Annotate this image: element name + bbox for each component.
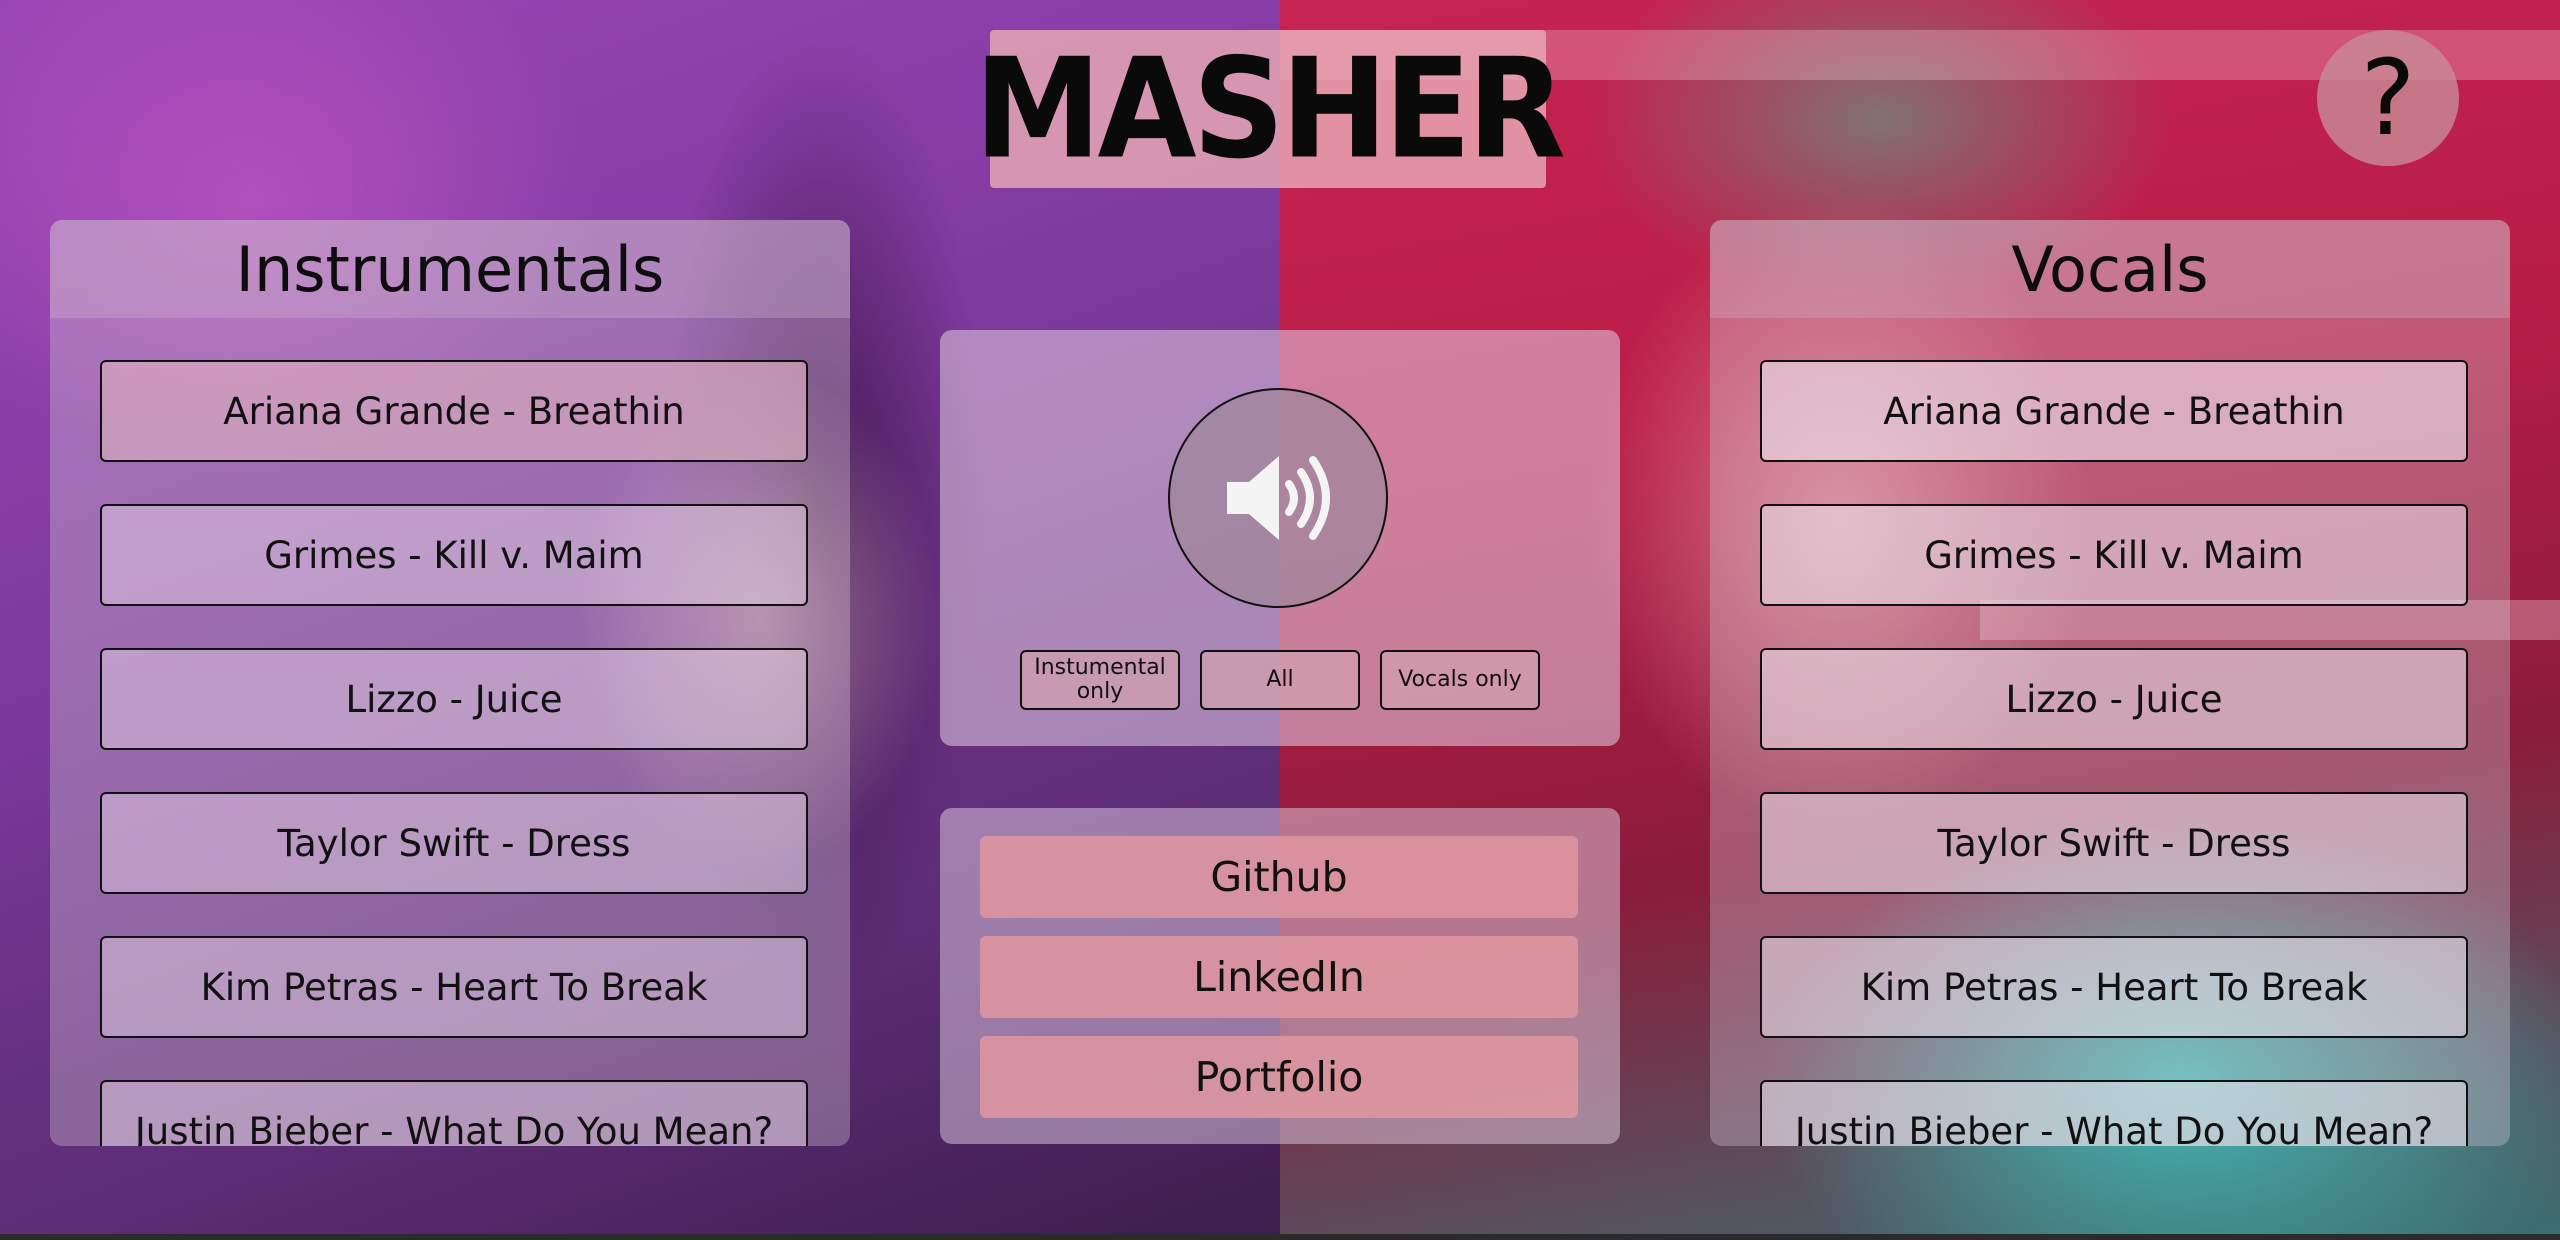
instrumental-song-button[interactable]: Justin Bieber - What Do You Mean? xyxy=(100,1080,808,1146)
playback-controls-panel: Instumental only All Vocals only xyxy=(940,330,1620,746)
portfolio-link[interactable]: Portfolio xyxy=(980,1036,1578,1118)
instrumental-song-button[interactable]: Kim Petras - Heart To Break xyxy=(100,936,808,1038)
logo-text: MASHER xyxy=(974,28,1566,190)
instrumental-song-button[interactable]: Taylor Swift - Dress xyxy=(100,792,808,894)
github-link[interactable]: Github xyxy=(980,836,1578,918)
links-panel: Github LinkedIn Portfolio xyxy=(940,808,1620,1144)
vocal-song-button[interactable]: Taylor Swift - Dress xyxy=(1760,792,2468,894)
vocal-song-button[interactable]: Lizzo - Juice xyxy=(1760,648,2468,750)
instrumentals-panel: Instrumentals Ariana Grande - Breathin G… xyxy=(50,220,850,1146)
all-button[interactable]: All xyxy=(1200,650,1360,710)
vocal-song-button[interactable]: Grimes - Kill v. Maim xyxy=(1760,504,2468,606)
vocal-song-button[interactable]: Justin Bieber - What Do You Mean? xyxy=(1760,1080,2468,1146)
vocals-title: Vocals xyxy=(1710,220,2510,318)
instrumentals-title: Instrumentals xyxy=(50,220,850,318)
masher-logo: MASHER xyxy=(974,29,1566,190)
instrumental-song-button[interactable]: Grimes - Kill v. Maim xyxy=(100,504,808,606)
vocals-panel: Vocals Ariana Grande - Breathin Grimes -… xyxy=(1710,220,2510,1146)
help-button[interactable]: ? xyxy=(2317,30,2459,166)
linkedin-link[interactable]: LinkedIn xyxy=(980,936,1578,1018)
play-button[interactable] xyxy=(1168,388,1388,608)
instrumental-song-button[interactable]: Ariana Grande - Breathin xyxy=(100,360,808,462)
instrumental-song-button[interactable]: Lizzo - Juice xyxy=(100,648,808,750)
vocals-only-button[interactable]: Vocals only xyxy=(1380,650,1540,710)
vocal-song-button[interactable]: Ariana Grande - Breathin xyxy=(1760,360,2468,462)
vocal-song-button[interactable]: Kim Petras - Heart To Break xyxy=(1760,936,2468,1038)
app-stage: MASHER ? Instrumentals Ariana Grande - B… xyxy=(0,0,2560,1240)
instrumental-only-button[interactable]: Instumental only xyxy=(1020,650,1180,710)
speaker-volume-icon xyxy=(1227,456,1330,540)
window-bottom-edge xyxy=(0,1234,2560,1240)
